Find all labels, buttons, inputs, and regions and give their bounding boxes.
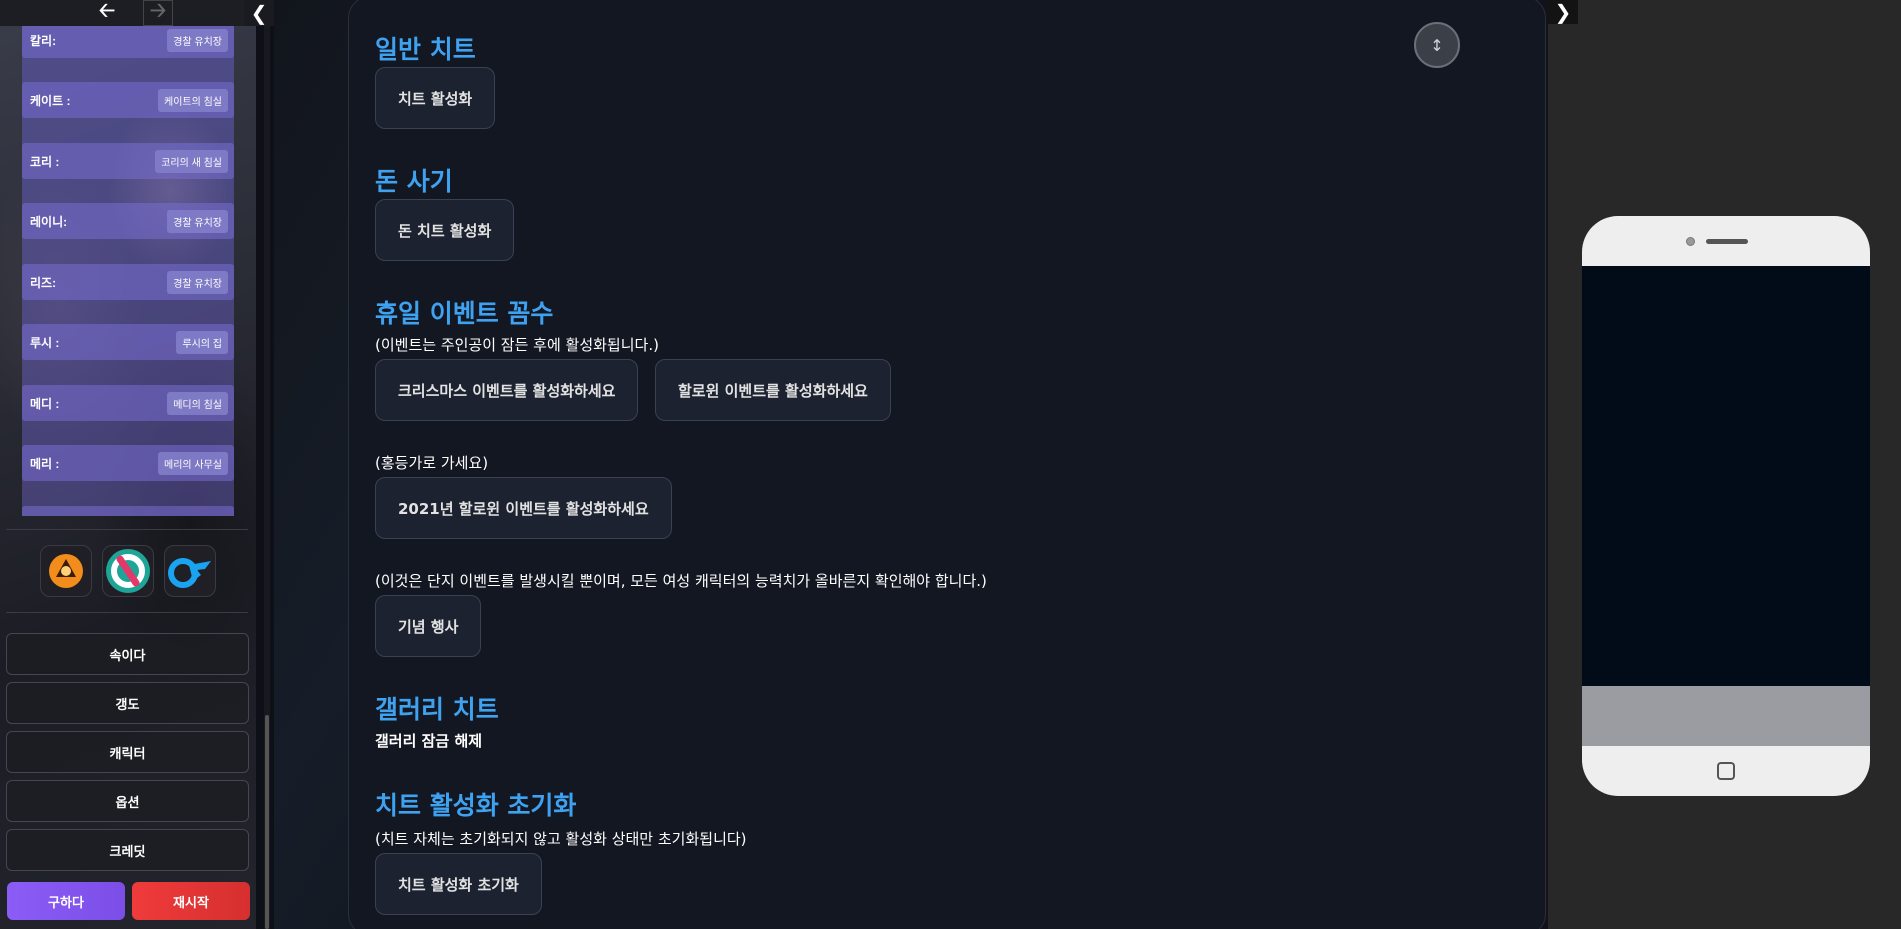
character-location: 경찰 유치장 [167,209,228,233]
chevron-right-icon: ❯ [1554,0,1572,24]
character-location: 경찰 유치장 [167,28,228,52]
expand-right-button[interactable]: ❯ [1548,0,1578,24]
menu-cheat-button[interactable]: 속이다 [6,633,249,675]
halloween-event-button[interactable]: 할로윈 이벤트를 활성화하세요 [655,359,891,421]
up-down-arrows-icon: ↕ [1430,35,1444,55]
list-item: 루시 : 루시의 집 [22,324,234,360]
character-name: 케이트 : [30,93,71,108]
list-item: 레이니: 경찰 유치장 [22,203,234,239]
character-name: 칼리: [30,33,57,48]
sidebar-divider [6,612,248,613]
onlyfans-icon[interactable] [164,545,216,597]
gallery-unlock-link[interactable]: 갤러리 잠금 해제 [375,730,482,751]
character-location: 경찰 유치장 [167,270,228,294]
section-title-gallery: 갤러리 치트 [375,695,499,724]
subscribestar-icon[interactable] [102,545,154,597]
character-name: 리즈: [30,275,57,290]
character-location: 메리의 사무실 [158,451,228,475]
list-item: 메디 : 메디의 침실 [22,385,234,421]
list-item: 메리 : 메리의 사무실 [22,445,234,481]
section-title-holiday: 휴일 이벤트 꼼수 [375,299,554,328]
phone-home-button-icon[interactable] [1717,762,1735,780]
save-button[interactable]: 구하다 [7,882,125,920]
menu-credits-button[interactable]: 크레딧 [6,829,249,871]
character-location-list: 칼리: 경찰 유치장 케이트 : 케이트의 침실 코리 : 코리의 새 침실 레… [22,26,234,516]
scroll-toggle-button[interactable]: ↕ [1414,22,1460,68]
collapse-sidebar-button[interactable]: ❮ [244,0,274,26]
activate-money-cheat-button[interactable]: 돈 치트 활성화 [375,199,515,261]
reset-cheat-activation-button[interactable]: 치트 활성화 초기화 [375,853,542,915]
list-item: 리즈: 경찰 유치장 [22,264,234,300]
section-title-reset: 치트 활성화 초기화 [375,791,577,820]
christmas-event-button[interactable]: 크리스마스 이벤트를 활성화하세요 [375,359,639,421]
character-location: 메디의 침실 [167,391,228,415]
character-location: 루시의 집 [176,330,228,354]
menu-options-button[interactable]: 옵션 [6,780,249,822]
list-item: 칼리: 경찰 유치장 [22,26,234,58]
character-name: 레이니: [30,214,68,229]
redlight-note: (홍등가로 가세요) [375,454,489,472]
stats-note: (이것은 단지 이벤트를 발생시킬 뿐이며, 모든 여성 캐릭터의 능력치가 올… [375,572,987,590]
phone-bottom-bar [1582,686,1870,746]
sidebar: 🡠 🡢 칼리: 경찰 유치장 케이트 : 케이트의 침실 코리 : 코리의 새 … [0,0,256,929]
phone-preview [1582,216,1870,796]
sidebar-scrollbar-thumb[interactable] [265,715,269,929]
list-item: 케이트 : 케이트의 침실 [22,82,234,118]
menu-tunnel-button[interactable]: 갱도 [6,682,249,724]
character-location: 코리의 새 침실 [155,149,228,173]
restart-button[interactable]: 재시작 [132,882,250,920]
sidebar-divider [6,529,248,530]
character-location: 케이트의 침실 [158,88,228,112]
forward-button[interactable]: 🡢 [143,0,173,26]
section-title-general: 일반 치트 [375,35,476,64]
back-button[interactable]: 🡠 [92,0,122,26]
list-item [22,506,234,516]
phone-screen[interactable] [1582,266,1870,686]
list-item: 코리 : 코리의 새 침실 [22,143,234,179]
sidebar-top-nav [0,0,256,26]
halloween-2021-event-button[interactable]: 2021년 할로윈 이벤트를 활성화하세요 [375,477,672,539]
character-name: 루시 : [30,335,60,350]
character-name: 메리 : [30,456,60,471]
phone-speaker-icon [1706,239,1748,244]
studio-logo-icon[interactable] [40,545,92,597]
chevron-left-icon: ❮ [250,1,268,25]
character-name: 코리 : [30,154,60,169]
anniversary-event-button[interactable]: 기념 행사 [375,595,482,657]
activate-cheat-button[interactable]: 치트 활성화 [375,67,496,129]
section-title-money: 돈 사기 [375,167,453,196]
reset-note: (치트 자체는 초기화되지 않고 활성화 상태만 초기화됩니다) [375,830,747,848]
menu-characters-button[interactable]: 캐릭터 [6,731,249,773]
character-name: 메디 : [30,396,60,411]
holiday-note: (이벤트는 주인공이 잠든 후에 활성화됩니다.) [375,336,659,354]
phone-camera-icon [1686,237,1695,246]
